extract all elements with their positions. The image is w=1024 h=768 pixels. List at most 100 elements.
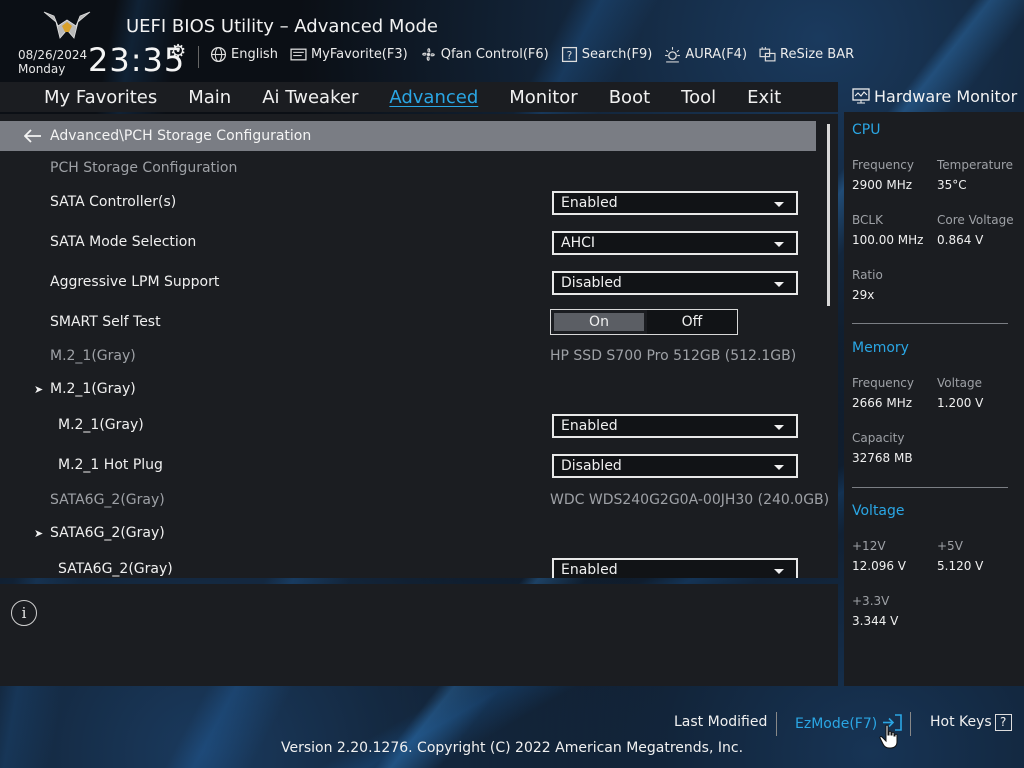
hardware-monitor-panel: CPU Frequency Temperature 2900 MHz 35°C … xyxy=(844,112,1024,686)
copyright-text: Version 2.20.1276. Copyright (C) 2022 Am… xyxy=(280,740,744,756)
search-icon: ? xyxy=(561,46,577,63)
aura-button[interactable]: AURA(F4) xyxy=(664,46,747,63)
monitor-icon xyxy=(852,88,870,104)
m2-1-hotplug-dropdown[interactable]: Disabled xyxy=(552,454,798,478)
day-text: Monday xyxy=(18,62,66,76)
core-voltage-value: 0.864 V xyxy=(937,233,984,247)
resize-bar-label: ReSize BAR xyxy=(780,47,855,62)
date-display: 08/26/2024 Monday xyxy=(18,48,87,76)
info-value: WDC WDS240G2G0A-00JH30 (240.0GB) xyxy=(550,492,830,508)
ratio-label: Ratio xyxy=(852,268,883,282)
main-menu: My Favorites Main Ai Tweaker Advanced Mo… xyxy=(44,82,812,112)
setting-label: SATA Controller(s) xyxy=(50,194,177,210)
menu-tab-main[interactable]: Main xyxy=(188,87,231,108)
cpu-section-title: CPU xyxy=(852,122,881,138)
chevron-down-icon xyxy=(774,425,784,430)
info-icon: i xyxy=(11,600,37,626)
info-label: SATA6G_2(Gray) xyxy=(50,492,165,508)
menu-tab-advanced[interactable]: Advanced xyxy=(389,87,478,108)
section-divider xyxy=(852,487,1008,488)
v5-label: +5V xyxy=(937,539,963,553)
dropdown-value: Enabled xyxy=(561,418,618,434)
date-text: 08/26/2024 xyxy=(18,48,88,62)
m2-1-enable-dropdown[interactable]: Enabled xyxy=(552,414,798,438)
qfan-label: Qfan Control(F6) xyxy=(440,47,549,62)
v5-value: 5.120 V xyxy=(937,559,984,573)
sata-mode-dropdown[interactable]: AHCI xyxy=(552,231,798,255)
expand-arrow-icon: ➤ xyxy=(34,527,44,540)
header-divider xyxy=(198,46,199,68)
toolbar: English MyFavorite(F3) Qfan Control(F6) … xyxy=(210,46,854,63)
footer-divider xyxy=(910,712,911,736)
back-arrow-icon[interactable] xyxy=(24,129,42,143)
setting-label: Aggressive LPM Support xyxy=(50,274,220,290)
submenu-label: M.2_1(Gray) xyxy=(50,381,136,397)
v33-value: 3.344 V xyxy=(852,614,899,628)
myfavorite-button[interactable]: MyFavorite(F3) xyxy=(290,46,408,63)
ezmode-label: EzMode(F7) xyxy=(795,716,878,732)
tuf-logo xyxy=(43,11,91,39)
fan-icon xyxy=(421,48,435,61)
setting-label: SATA Mode Selection xyxy=(50,234,197,250)
dropdown-value: Disabled xyxy=(561,458,622,474)
menu-tab-my-favorites[interactable]: My Favorites xyxy=(44,87,157,108)
bclk-label: BCLK xyxy=(852,213,883,227)
dropdown-value: Enabled xyxy=(561,562,618,578)
submenu-label: SATA6G_2(Gray) xyxy=(50,525,165,541)
svg-text:?: ? xyxy=(566,49,572,62)
setting-label: SMART Self Test xyxy=(50,314,161,330)
ratio-value: 29x xyxy=(852,288,875,302)
menu-tab-tool[interactable]: Tool xyxy=(681,87,716,108)
aggressive-lpm-dropdown[interactable]: Disabled xyxy=(552,271,798,295)
chevron-down-icon xyxy=(774,282,784,287)
menu-tab-boot[interactable]: Boot xyxy=(609,87,650,108)
help-key-icon: ? xyxy=(994,714,1012,731)
app-title: UEFI BIOS Utility – Advanced Mode xyxy=(126,16,438,37)
clock-settings-gear-icon[interactable]: ⚙ xyxy=(170,41,186,62)
v33-label: +3.3V xyxy=(852,594,890,608)
memory-frequency-value: 2666 MHz xyxy=(852,396,913,410)
dropdown-value: AHCI xyxy=(561,235,596,251)
hardware-monitor-header: Hardware Monitor xyxy=(844,82,1024,110)
hot-keys-button[interactable]: Hot Keys? xyxy=(930,714,1012,734)
menu-tab-monitor[interactable]: Monitor xyxy=(509,87,577,108)
hot-keys-label: Hot Keys xyxy=(930,714,992,730)
setting-label: SATA6G_2(Gray) xyxy=(58,561,173,577)
language-label: English xyxy=(231,47,278,62)
sata-controller-dropdown[interactable]: Enabled xyxy=(552,191,798,215)
breadcrumb-text: Advanced\PCH Storage Configuration xyxy=(50,128,312,144)
memory-section-title: Memory xyxy=(852,340,909,356)
info-value: HP SSD S700 Pro 512GB (512.1GB) xyxy=(550,348,797,364)
search-button[interactable]: ? Search(F9) xyxy=(561,46,652,63)
settings-panel: Advanced\PCH Storage Configuration PCH S… xyxy=(0,114,838,578)
aura-icon xyxy=(665,47,681,63)
sata6g-2-enable-dropdown[interactable]: Enabled xyxy=(552,558,798,578)
section-divider xyxy=(852,323,1008,324)
hardware-monitor-title: Hardware Monitor xyxy=(874,86,1018,106)
memory-frequency-label: Frequency xyxy=(852,376,914,390)
toggle-off-option[interactable]: Off xyxy=(647,310,737,334)
language-button[interactable]: English xyxy=(210,46,278,63)
setting-label: M.2_1 Hot Plug xyxy=(58,457,163,473)
qfan-control-button[interactable]: Qfan Control(F6) xyxy=(420,46,549,63)
help-panel: i xyxy=(0,584,838,686)
globe-icon xyxy=(210,46,227,63)
myfavorite-label: MyFavorite(F3) xyxy=(310,47,408,62)
voltage-section-title: Voltage xyxy=(852,503,905,519)
scrollbar[interactable] xyxy=(827,124,830,306)
footer-divider xyxy=(776,712,777,736)
memory-voltage-label: Voltage xyxy=(937,376,983,390)
chevron-down-icon xyxy=(774,242,784,247)
aura-label: AURA(F4) xyxy=(685,47,748,62)
info-label: M.2_1(Gray) xyxy=(50,348,136,364)
smart-self-test-toggle[interactable]: On Off xyxy=(550,309,738,335)
chevron-down-icon xyxy=(774,202,784,207)
toggle-on-option[interactable]: On xyxy=(554,313,644,331)
menu-tab-exit[interactable]: Exit xyxy=(747,87,781,108)
last-modified-button[interactable]: Last Modified xyxy=(674,714,767,734)
cpu-frequency-label: Frequency xyxy=(852,158,914,172)
breadcrumb[interactable]: Advanced\PCH Storage Configuration xyxy=(0,121,816,151)
chevron-down-icon xyxy=(774,569,784,574)
menu-tab-ai-tweaker[interactable]: Ai Tweaker xyxy=(262,87,358,108)
resize-bar-button[interactable]: ReSize BAR xyxy=(759,46,854,63)
